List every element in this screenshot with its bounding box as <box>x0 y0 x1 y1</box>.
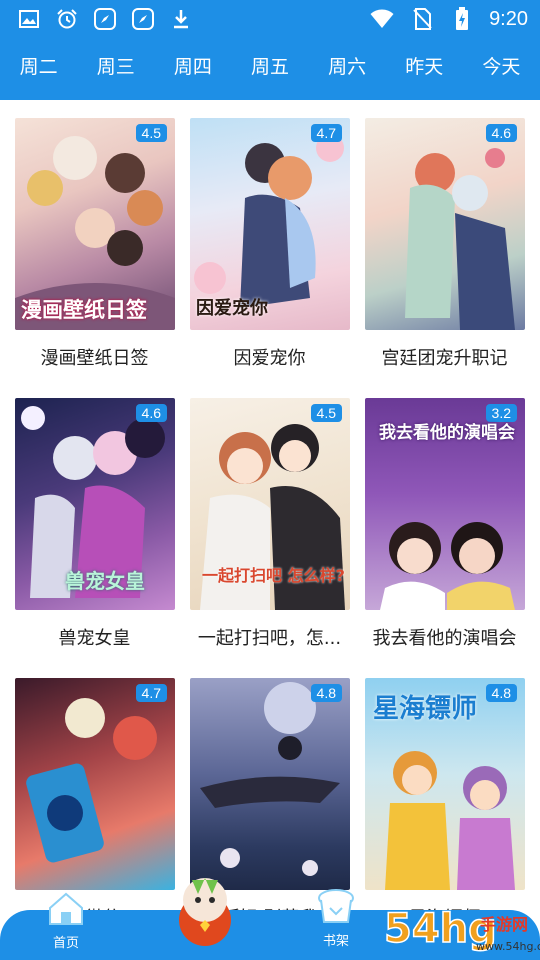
comic-cover[interactable]: 4.8 星海镖师 <box>365 678 525 890</box>
comic-cover[interactable]: 4.5 一起打扫吧 怎么样? <box>190 398 350 610</box>
cover-illustration <box>405 148 515 330</box>
nav-bookshelf-label: 书架 <box>322 934 349 949</box>
comic-title[interactable]: 一起打扫吧，怎... <box>182 624 357 650</box>
compass-icon <box>130 6 156 32</box>
tab-wednesday[interactable]: 周三 <box>77 38 154 100</box>
cover-illustration <box>26 698 157 863</box>
comic-card[interactable]: 4.5 漫画壁纸日签 漫画壁纸日签 <box>15 118 175 370</box>
comic-card[interactable]: 4.6 兽宠女皇 兽宠女皇 <box>15 398 175 650</box>
image-icon <box>16 6 42 32</box>
comic-title[interactable]: 兽宠女皇 <box>7 624 182 650</box>
tab-tuesday[interactable]: 周二 <box>0 38 77 100</box>
rating-badge: 4.7 <box>310 124 342 142</box>
download-icon <box>168 6 194 32</box>
battery-charging-icon <box>449 6 475 32</box>
comic-card[interactable]: 3.2 我去看他的演唱会 我去看他的演唱会 <box>365 398 525 650</box>
comic-cover[interactable]: 4.6 兽宠女皇 <box>15 398 175 610</box>
svg-text:www.54hg.cn: www.54hg.cn <box>476 940 540 953</box>
no-sim-icon <box>409 6 435 32</box>
comic-cover[interactable]: 4.5 漫画壁纸日签 <box>15 118 175 330</box>
tab-thursday[interactable]: 周四 <box>154 38 231 100</box>
rating-badge: 4.8 <box>485 684 517 702</box>
rating-badge: 4.7 <box>135 684 167 702</box>
comic-title[interactable]: 漫画壁纸日签 <box>7 344 182 370</box>
cover-title-text: 我去看他的演唱会 <box>379 423 515 443</box>
comic-title[interactable]: 宫廷团宠升职记 <box>357 344 532 370</box>
tab-friday[interactable]: 周五 <box>231 38 308 100</box>
comic-card[interactable]: 4.5 一起打扫吧 怎么样? 一起打扫吧，怎... <box>190 398 350 650</box>
cover-title-text: 星海镖师 <box>373 694 478 724</box>
tab-today[interactable]: 今天 <box>463 38 540 100</box>
comic-card[interactable]: 4.6 宫廷团宠升职记 <box>365 118 525 370</box>
compass-icon <box>92 6 118 32</box>
day-tabs: 周二 周三 周四 周五 周六 昨天 今天 <box>0 38 540 100</box>
home-icon <box>49 892 83 925</box>
alarm-icon <box>54 6 80 32</box>
comic-title[interactable]: 因爱宠你 <box>182 344 357 370</box>
comic-cover[interactable]: 3.2 我去看他的演唱会 <box>365 398 525 610</box>
rating-badge: 4.6 <box>135 404 167 422</box>
rating-badge: 4.5 <box>310 404 342 422</box>
status-bar: 9:20 <box>0 0 540 38</box>
nav-bookshelf[interactable]: 书架 <box>308 888 364 949</box>
wifi-icon <box>369 6 395 32</box>
rating-badge: 4.5 <box>135 124 167 142</box>
watermark-logo: 54hg 手游网 www.54hg.cn <box>380 890 540 960</box>
comic-cover[interactable]: 4.6 <box>365 118 525 330</box>
comic-card[interactable]: 4.7 因爱宠你 因爱宠你 <box>190 118 350 370</box>
cover-title-text: 漫画壁纸日签 <box>21 298 147 322</box>
cover-title-text: 因爱宠你 <box>196 298 268 319</box>
comic-title[interactable]: 我去看他的演唱会 <box>357 624 532 650</box>
comic-cover[interactable]: 4.7 <box>15 678 175 890</box>
mascot-icon <box>179 878 231 946</box>
rating-badge: 4.6 <box>485 124 517 142</box>
rating-badge: 4.8 <box>310 684 342 702</box>
tab-saturday[interactable]: 周六 <box>309 38 386 100</box>
nav-mascot-button[interactable] <box>170 870 240 946</box>
cover-illustration <box>200 682 340 876</box>
cover-title-text: 一起打扫吧 怎么样? <box>202 566 345 585</box>
status-time: 9:20 <box>489 7 528 30</box>
nav-home-label: 首页 <box>52 936 79 951</box>
comic-cover[interactable]: 4.8 <box>190 678 350 890</box>
cover-title-text: 兽宠女皇 <box>65 569 145 593</box>
bookshelf-icon <box>318 889 354 923</box>
svg-text:手游网: 手游网 <box>480 915 528 934</box>
nav-home[interactable]: 首页 <box>38 890 94 951</box>
comic-cover[interactable]: 4.7 因爱宠你 <box>190 118 350 330</box>
tab-yesterday[interactable]: 昨天 <box>386 38 463 100</box>
